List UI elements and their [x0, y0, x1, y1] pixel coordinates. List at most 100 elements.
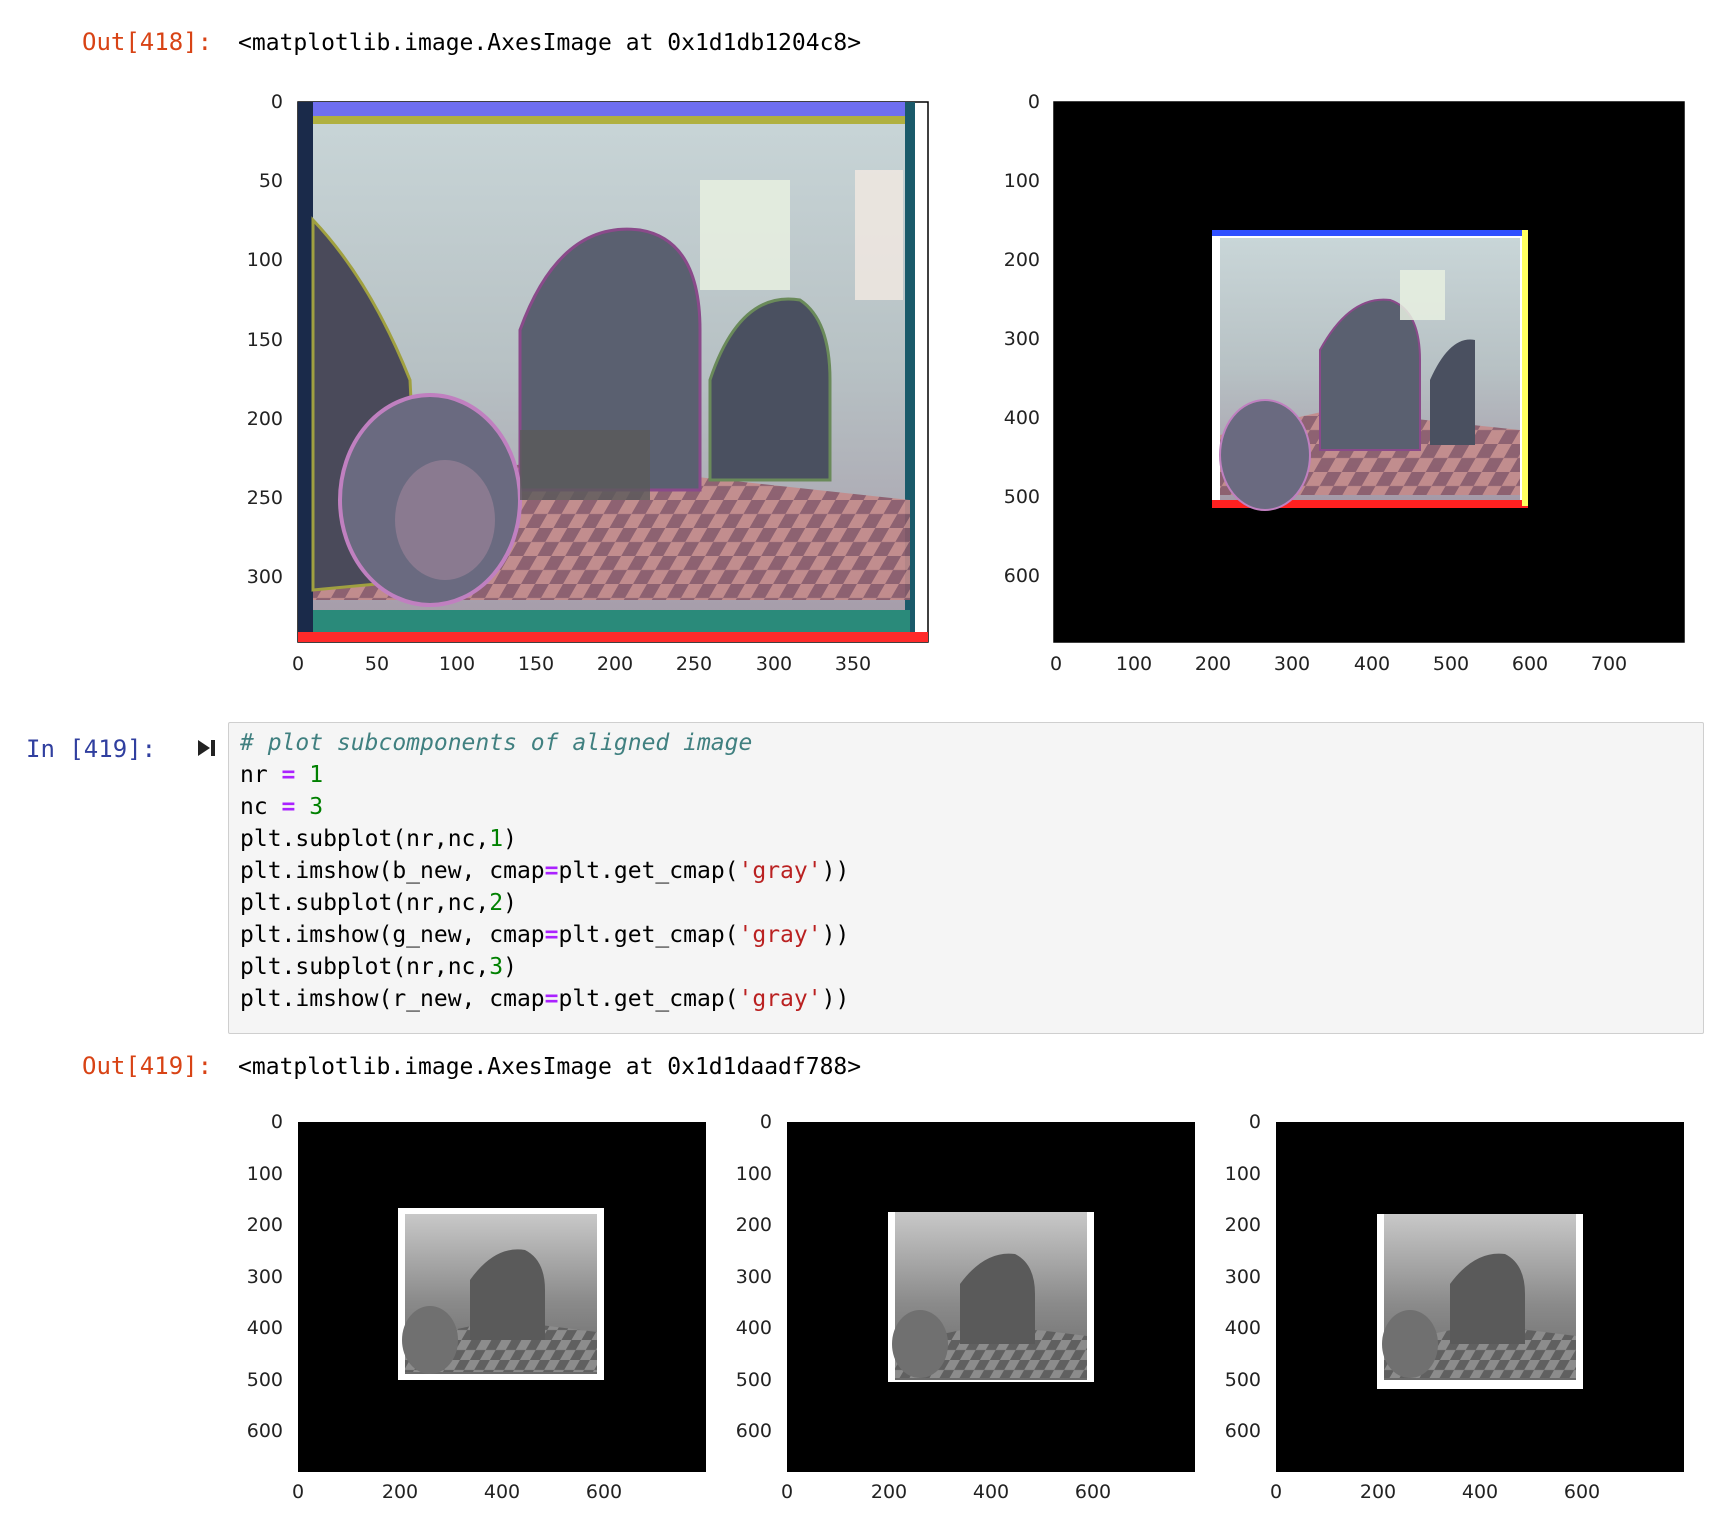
plot-a-xaxis: 0 50 100 150 200 250 300 350	[292, 653, 871, 675]
plot-bnew-xtick: 200	[382, 1481, 418, 1503]
plot-a-ytick: 200	[247, 408, 283, 430]
plot-gnew-xtick: 200	[871, 1481, 907, 1503]
step-run-icon[interactable]	[196, 737, 218, 759]
plot-bnew-ytick: 200	[247, 1214, 283, 1236]
code-token: 1	[489, 826, 504, 852]
code-cell-419[interactable]: # plot subcomponents of aligned image nr …	[228, 722, 1704, 1034]
code-token: nr	[240, 762, 282, 788]
plot-b-ytick: 200	[1004, 249, 1040, 271]
plot-a-xtick: 350	[835, 653, 871, 675]
code-line[interactable]: plt.imshow(g_new, cmap=plt.get_cmap('gra…	[240, 919, 849, 951]
code-token: 3	[309, 794, 324, 820]
code-line[interactable]: nc = 3	[240, 791, 323, 823]
plot-b-ytick: 300	[1004, 328, 1040, 350]
plot-rnew-xtick: 600	[1564, 1481, 1600, 1503]
plot-b-xtick: 600	[1512, 653, 1548, 675]
plot-b-xtick: 200	[1195, 653, 1231, 675]
plot-gnew-xtick: 0	[781, 1481, 793, 1503]
plot-b-xtick: 100	[1116, 653, 1152, 675]
plot-gnew-ytick: 600	[736, 1420, 772, 1442]
plot-a-ytick: 50	[259, 170, 283, 192]
plot-gnew-ytick: 300	[736, 1266, 772, 1288]
plot-b-ytick: 400	[1004, 407, 1040, 429]
code-token: =	[281, 762, 296, 788]
code-token: plt.get_cmap(	[558, 986, 739, 1012]
code-token: 'gray'	[738, 858, 822, 884]
code-token: ))	[821, 922, 850, 948]
code-line[interactable]: plt.subplot(nr,nc,2)	[240, 887, 517, 919]
code-line[interactable]: # plot subcomponents of aligned image	[240, 727, 752, 759]
plot-a-xtick: 0	[292, 653, 304, 675]
code-token: plt.imshow(r_new, cmap	[240, 986, 545, 1012]
plot-gnew-ytick: 200	[736, 1214, 772, 1236]
code-token: plt.subplot(nr,nc,	[240, 954, 490, 980]
plot-a-yaxis: 0 50 100 150 200 250 300	[247, 91, 283, 588]
plot-bnew-xtick: 0	[292, 1481, 304, 1503]
plot-gnew-ytick: 500	[736, 1369, 772, 1391]
plot-bnew-ytick: 100	[247, 1163, 283, 1185]
code-token: 3	[489, 954, 504, 980]
code-token: plt.subplot(nr,nc,	[240, 890, 490, 916]
plot-a-ytick: 0	[271, 91, 283, 113]
plot-bnew-xtick: 400	[484, 1481, 520, 1503]
figure-418: 0 50 100 150 200 250 300 0 50 100 150 20…	[247, 91, 1685, 675]
plot-rnew-ytick: 200	[1225, 1214, 1261, 1236]
plot-b-xtick: 300	[1274, 653, 1310, 675]
code-token: plt.imshow(g_new, cmap	[240, 922, 545, 948]
plot-b-ytick: 100	[1004, 170, 1040, 192]
plot-rnew-ytick: 400	[1225, 1317, 1261, 1339]
plot-aligned-padded: 0 100 200 300 400 500 600 0 100 200 300 …	[1004, 91, 1685, 675]
plot-bnew-xtick: 600	[586, 1481, 622, 1503]
plot-a-xtick: 150	[518, 653, 554, 675]
code-token: nc	[240, 794, 282, 820]
plot-r-new: 0 100 200 300 400 500 600 0 200 400 600	[1225, 1111, 1684, 1503]
plot-a-xtick: 250	[676, 653, 712, 675]
code-token: )	[503, 890, 517, 916]
plot-b-ytick: 0	[1028, 91, 1040, 113]
plot-gnew-ytick: 0	[760, 1111, 772, 1133]
code-token: 'gray'	[738, 986, 822, 1012]
plot-b-xtick: 500	[1433, 653, 1469, 675]
plot-b-yaxis: 0 100 200 300 400 500 600	[1004, 91, 1040, 587]
code-token: =	[544, 858, 559, 884]
code-line[interactable]: plt.imshow(r_new, cmap=plt.get_cmap('gra…	[240, 983, 849, 1015]
plot-b-xtick: 400	[1354, 653, 1390, 675]
plot-a-ytick: 250	[247, 487, 283, 509]
plot-a-xtick: 200	[597, 653, 633, 675]
code-token: 2	[489, 890, 504, 916]
code-token: )	[503, 954, 517, 980]
plot-b-xtick: 700	[1591, 653, 1627, 675]
code-token: 1	[309, 762, 324, 788]
code-token: ))	[821, 858, 850, 884]
plot-b-xtick: 0	[1050, 653, 1062, 675]
code-line[interactable]: plt.imshow(b_new, cmap=plt.get_cmap('gra…	[240, 855, 849, 887]
plot-g-new: 0 100 200 300 400 500 600 0 200 400 600	[736, 1111, 1195, 1503]
plot-rnew-xtick: 0	[1270, 1481, 1282, 1503]
code-token: 'gray'	[738, 922, 822, 948]
code-line[interactable]: plt.subplot(nr,nc,1)	[240, 823, 517, 855]
code-token: )	[503, 826, 517, 852]
plot-gnew-ytick: 400	[736, 1317, 772, 1339]
output-prompt-419: Out[419]:	[82, 1052, 213, 1080]
plot-rnew-ytick: 0	[1249, 1111, 1261, 1133]
plot-bnew-ytick: 400	[247, 1317, 283, 1339]
output-prompt-418: Out[418]:	[82, 28, 213, 56]
plot-bnew-ytick: 300	[247, 1266, 283, 1288]
plot-rnew-ytick: 300	[1225, 1266, 1261, 1288]
plot-rnew-xtick: 200	[1360, 1481, 1396, 1503]
plot-a-ytick: 300	[247, 566, 283, 588]
code-token: plt.get_cmap(	[558, 858, 739, 884]
code-line[interactable]: plt.subplot(nr,nc,3)	[240, 951, 517, 983]
code-token: plt.imshow(b_new, cmap	[240, 858, 545, 884]
plot-a-xtick: 300	[756, 653, 792, 675]
input-prompt-419: In [419]:	[26, 735, 157, 763]
plot-gnew-ytick: 100	[736, 1163, 772, 1185]
plot-b-xaxis: 0 100 200 300 400 500 600 700	[1050, 653, 1627, 675]
plot-b-ytick: 600	[1004, 565, 1040, 587]
code-token: # plot subcomponents of aligned image	[240, 730, 753, 756]
plot-b-new: 0 100 200 300 400 500 600 0 200 400 600	[247, 1111, 706, 1503]
code-line[interactable]: nr = 1	[240, 759, 323, 791]
code-token: plt.subplot(nr,nc,	[240, 826, 490, 852]
